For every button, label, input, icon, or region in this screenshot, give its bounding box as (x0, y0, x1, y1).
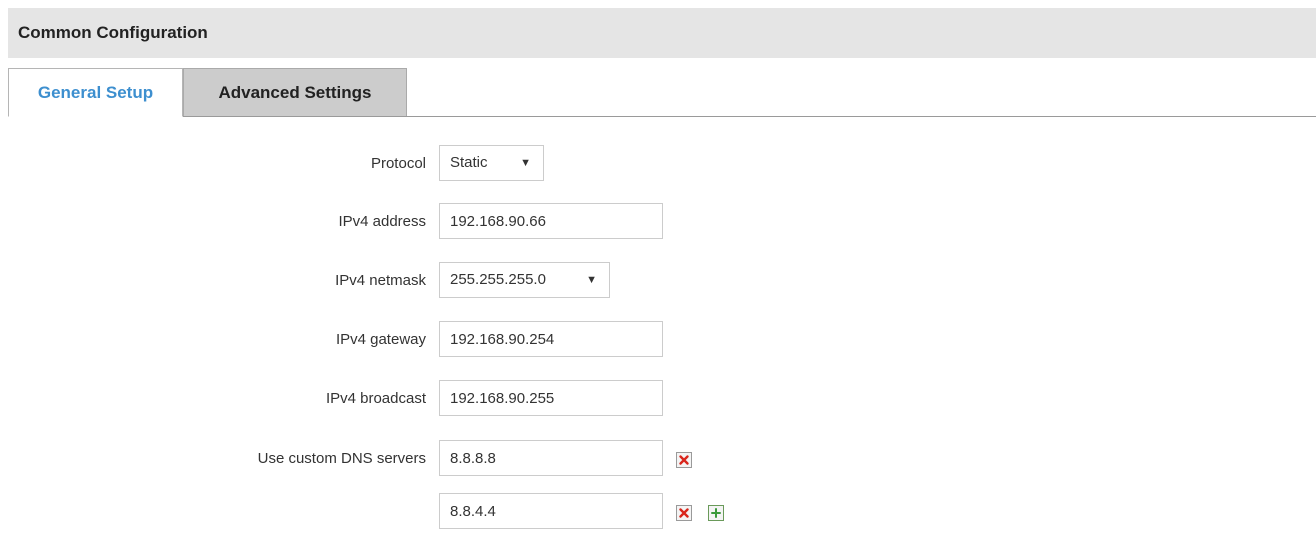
section-header: Common Configuration (8, 8, 1316, 58)
add-icon[interactable] (708, 505, 724, 521)
ipv4-gateway-input[interactable] (439, 321, 663, 357)
tab-advanced-settings[interactable]: Advanced Settings (183, 68, 407, 116)
tabs-divider (8, 116, 1316, 117)
chevron-down-icon: ▼ (520, 157, 531, 169)
dns-servers-label: Use custom DNS servers (257, 450, 426, 467)
ipv4-netmask-select[interactable]: 255.255.255.0 ▼ (439, 262, 610, 298)
ipv4-netmask-label: IPv4 netmask (335, 272, 426, 289)
ipv4-broadcast-input[interactable] (439, 380, 663, 416)
remove-icon[interactable] (676, 505, 692, 521)
tab-general-setup[interactable]: General Setup (8, 68, 183, 117)
section-title: Common Configuration (18, 23, 208, 42)
ipv4-gateway-label: IPv4 gateway (335, 331, 426, 348)
ipv4-netmask-select-value: 255.255.255.0 (450, 271, 546, 288)
protocol-select[interactable]: Static ▼ (439, 145, 544, 181)
dns-server-input[interactable] (439, 440, 663, 476)
remove-icon[interactable] (676, 452, 692, 468)
protocol-select-value: Static (450, 154, 488, 171)
ipv4-address-label: IPv4 address (338, 213, 426, 230)
protocol-label: Protocol (370, 155, 426, 172)
chevron-down-icon: ▼ (586, 274, 597, 286)
ipv4-address-input[interactable] (439, 203, 663, 239)
ipv4-broadcast-label: IPv4 broadcast (325, 390, 426, 407)
dns-server-input[interactable] (439, 493, 663, 529)
